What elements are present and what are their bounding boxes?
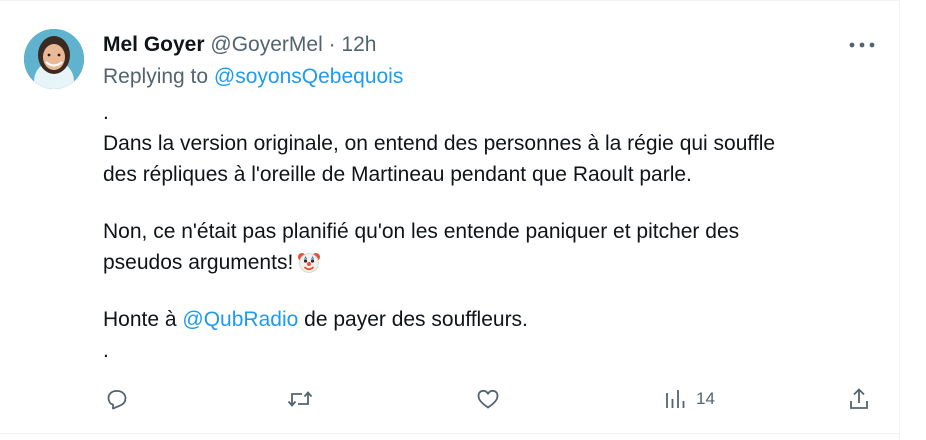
user-handle[interactable]: @GoyerMel <box>210 33 322 56</box>
views-count: 14 <box>696 389 715 408</box>
text-segment: pseudos arguments! <box>103 251 294 274</box>
separator-dot: · <box>328 33 336 56</box>
avatar-photo <box>24 29 84 89</box>
replying-prefix: Replying to <box>103 65 209 88</box>
text-line: des répliques à l'oreille de Martineau p… <box>103 163 692 186</box>
text-dot-top: . <box>103 101 109 124</box>
share-icon <box>850 388 868 409</box>
text-line: Dans la version originale, on entend des… <box>103 132 776 155</box>
text-segment: Honte à <box>103 308 177 331</box>
divider <box>0 433 900 434</box>
avatar[interactable] <box>24 29 84 89</box>
more-horizontal-icon <box>849 42 875 48</box>
text-line-with-mention: Honte à @QubRadio de payer des souffleur… <box>103 304 883 335</box>
clown-face-icon <box>298 253 321 273</box>
retweet-icon <box>287 391 313 407</box>
tweet-card[interactable]: Mel Goyer @GoyerMel · 12h Replying to @s… <box>0 0 900 440</box>
more-options-button[interactable] <box>846 33 878 57</box>
views-bar-chart-icon <box>666 390 685 408</box>
share-button[interactable] <box>848 383 870 415</box>
text-line-with-emoji: pseudos arguments! <box>103 247 883 278</box>
text-segment: de payer des souffleurs. <box>304 308 528 331</box>
text-line: Non, ce n'était pas planifié qu'on les e… <box>103 220 740 243</box>
reply-button[interactable] <box>105 383 129 415</box>
retweet-button[interactable] <box>287 383 313 415</box>
reply-icon <box>107 390 127 410</box>
replying-to: Replying to @soyonsQebequois <box>103 63 403 91</box>
timestamp[interactable]: 12h <box>341 33 376 56</box>
like-button[interactable] <box>476 383 500 415</box>
tweet-text: . Dans la version originale, on entend d… <box>103 97 883 366</box>
tweet-header: Mel Goyer @GoyerMel · 12h <box>103 31 376 59</box>
text-dot-bottom: . <box>103 339 109 362</box>
display-name[interactable]: Mel Goyer <box>103 33 205 56</box>
qubradio-mention[interactable]: @QubRadio <box>182 308 298 331</box>
views-button[interactable]: 14 <box>664 383 715 415</box>
replying-to-mention[interactable]: @soyonsQebequois <box>214 65 403 88</box>
heart-icon <box>477 389 499 409</box>
action-bar: 14 <box>0 383 900 415</box>
